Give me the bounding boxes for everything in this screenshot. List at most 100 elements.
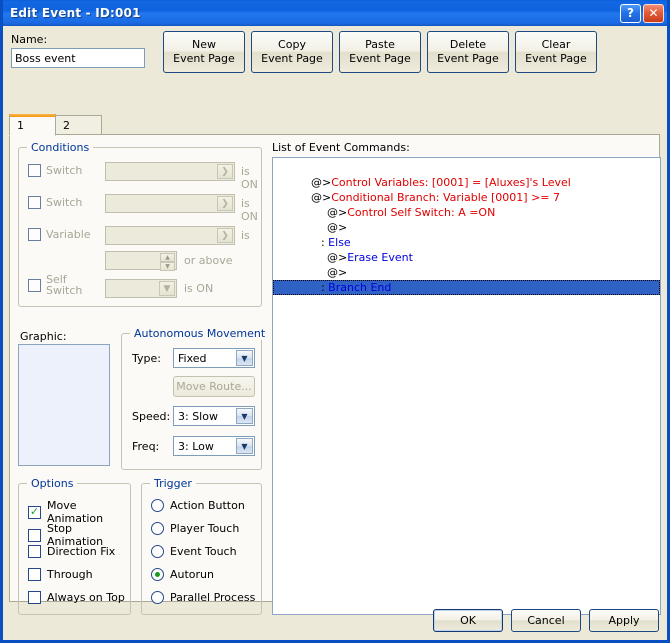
title-bar: Edit Event - ID:001 ? ✕ — [3, 0, 667, 26]
option-always-on-top-label: Always on Top — [47, 591, 125, 604]
apply-button[interactable]: Apply — [589, 609, 659, 632]
radio-dot-icon — [155, 572, 160, 577]
command-text: Conditional Branch: Variable [0001] >= 7 — [331, 191, 561, 204]
trigger-player-touch[interactable]: Player Touch — [151, 522, 239, 535]
command-prefix: @> — [326, 266, 348, 279]
new-event-page-line2: Event Page — [173, 52, 235, 65]
condition-variable-browse-icon[interactable]: ❯ — [217, 228, 233, 243]
trigger-action-button[interactable]: Action Button — [151, 499, 245, 512]
copy-event-page-button[interactable]: Copy Event Page — [251, 31, 333, 73]
condition-variable-stepper-arrows[interactable]: ▲ ▼ — [160, 253, 175, 271]
event-page-toolbar: New Event Page Copy Event Page Paste Eve… — [163, 31, 597, 73]
command-text: Control Variables: [0001] = [Aluxes]'s L… — [331, 176, 571, 189]
close-icon[interactable]: ✕ — [643, 3, 664, 23]
condition-variable-value-stepper[interactable]: ▲ ▼ — [105, 251, 177, 271]
condition-switch-2-row[interactable]: Switch — [28, 196, 82, 209]
movement-freq-value: 3: Low — [178, 439, 214, 453]
stepper-down-icon[interactable]: ▼ — [160, 262, 175, 271]
condition-self-switch-row[interactable]: Self Switch — [28, 274, 92, 296]
condition-variable-row[interactable]: Variable — [28, 228, 91, 241]
condition-self-switch-checkbox[interactable] — [28, 279, 41, 292]
paste-event-page-line1: Paste — [365, 38, 395, 52]
option-through-checkbox[interactable] — [28, 568, 41, 581]
trigger-event-touch-radio[interactable] — [151, 545, 164, 558]
new-event-page-button[interactable]: New Event Page — [163, 31, 245, 73]
condition-variable-label: Variable — [46, 228, 91, 241]
condition-switch-1-checkbox[interactable] — [28, 164, 41, 177]
graphic-preview[interactable] — [18, 344, 110, 466]
movement-freq-chevron-down-icon[interactable]: ▼ — [236, 438, 253, 454]
condition-self-switch-suffix: is ON — [184, 282, 214, 295]
condition-switch-1-suffix: is ON — [241, 165, 258, 191]
command-prefix: @> — [310, 296, 332, 309]
graphic-label: Graphic: — [20, 330, 67, 343]
paste-event-page-button[interactable]: Paste Event Page — [339, 31, 421, 73]
trigger-legend: Trigger — [150, 477, 196, 490]
condition-switch-1-label: Switch — [46, 164, 83, 177]
clear-event-page-line1: Clear — [541, 38, 571, 52]
tab-page-2-label: 2 — [63, 118, 70, 132]
trigger-autorun-radio[interactable] — [151, 568, 164, 581]
self-switch-chevron-down-icon[interactable]: ▼ — [159, 281, 175, 296]
condition-switch-2-field[interactable]: ❯ — [105, 194, 235, 213]
move-route-button[interactable]: Move Route... — [173, 376, 255, 397]
command-prefix: @> — [326, 206, 348, 219]
option-through-label: Through — [47, 568, 93, 581]
option-stop-animation-checkbox[interactable] — [28, 528, 41, 542]
event-page-panel: Conditions Switch ❯ is ON Switch ❯ is ON… — [9, 134, 661, 615]
stepper-up-icon[interactable]: ▲ — [160, 253, 175, 262]
event-command-list[interactable]: @>Control Variables: [0001] = [Aluxes]'s… — [272, 157, 661, 615]
option-move-animation-checkbox[interactable]: ✓ — [28, 505, 41, 519]
movement-freq-select[interactable]: 3: Low ▼ — [173, 436, 255, 456]
movement-type-chevron-down-icon[interactable]: ▼ — [236, 350, 253, 366]
trigger-parallel-process-radio[interactable] — [151, 591, 164, 604]
name-input[interactable] — [11, 48, 145, 68]
condition-switch-2-suffix: is ON — [241, 197, 258, 223]
delete-event-page-button[interactable]: Delete Event Page — [427, 31, 509, 73]
option-direction-fix[interactable]: Direction Fix — [28, 545, 115, 558]
new-event-page-line1: New — [192, 38, 216, 52]
condition-switch-1-row[interactable]: Switch — [28, 164, 82, 177]
condition-variable-field[interactable]: ❯ — [105, 226, 235, 245]
title-bar-buttons: ? ✕ — [620, 3, 664, 23]
trigger-player-touch-radio[interactable] — [151, 522, 164, 535]
delete-event-page-line2: Event Page — [437, 52, 499, 65]
option-always-on-top[interactable]: Always on Top — [28, 591, 125, 604]
tab-page-2[interactable]: 2 — [55, 115, 102, 135]
cancel-button[interactable]: Cancel — [511, 609, 581, 632]
trigger-autorun[interactable]: Autorun — [151, 568, 214, 581]
option-always-on-top-checkbox[interactable] — [28, 591, 41, 604]
tab-page-1-label: 1 — [17, 119, 24, 132]
command-text: Erase Event — [347, 251, 413, 264]
name-label: Name: — [11, 33, 48, 46]
condition-variable-checkbox[interactable] — [28, 228, 41, 241]
condition-self-switch-combo[interactable]: ▼ — [105, 279, 177, 298]
movement-speed-chevron-down-icon[interactable]: ▼ — [236, 408, 253, 424]
command-line[interactable]: @>Control Variables: [0001] = [Aluxes]'s… — [273, 160, 660, 189]
movement-speed-select[interactable]: 3: Slow ▼ — [173, 406, 255, 426]
condition-switch-2-checkbox[interactable] — [28, 196, 41, 209]
client-area: Name: New Event Page Copy Event Page Pas… — [3, 26, 667, 640]
ok-button[interactable]: OK — [433, 609, 503, 632]
help-icon[interactable]: ? — [620, 3, 641, 23]
condition-switch-2-browse-icon[interactable]: ❯ — [217, 196, 233, 211]
option-direction-fix-checkbox[interactable] — [28, 545, 41, 558]
option-through[interactable]: Through — [28, 568, 93, 581]
trigger-action-button-radio[interactable] — [151, 499, 164, 512]
condition-switch-1-browse-icon[interactable]: ❯ — [217, 164, 233, 179]
tab-page-1[interactable]: 1 — [9, 114, 56, 136]
command-text: Control Self Switch: A =ON — [347, 206, 496, 219]
command-prefix: @> — [310, 176, 332, 189]
movement-type-select[interactable]: Fixed ▼ — [173, 348, 255, 368]
command-prefix: @> — [310, 191, 332, 204]
movement-speed-value: 3: Slow — [178, 409, 218, 423]
condition-variable-suffix: is — [241, 229, 250, 242]
trigger-autorun-label: Autorun — [170, 568, 215, 581]
movement-speed-label: Speed: — [132, 410, 171, 423]
clear-event-page-button[interactable]: Clear Event Page — [515, 31, 597, 73]
trigger-event-touch[interactable]: Event Touch — [151, 545, 237, 558]
header-row: Name: New Event Page Copy Event Page Pas… — [3, 26, 667, 82]
condition-switch-1-field[interactable]: ❯ — [105, 162, 235, 181]
trigger-parallel-process[interactable]: Parallel Process — [151, 591, 255, 604]
paste-event-page-line2: Event Page — [349, 52, 411, 65]
